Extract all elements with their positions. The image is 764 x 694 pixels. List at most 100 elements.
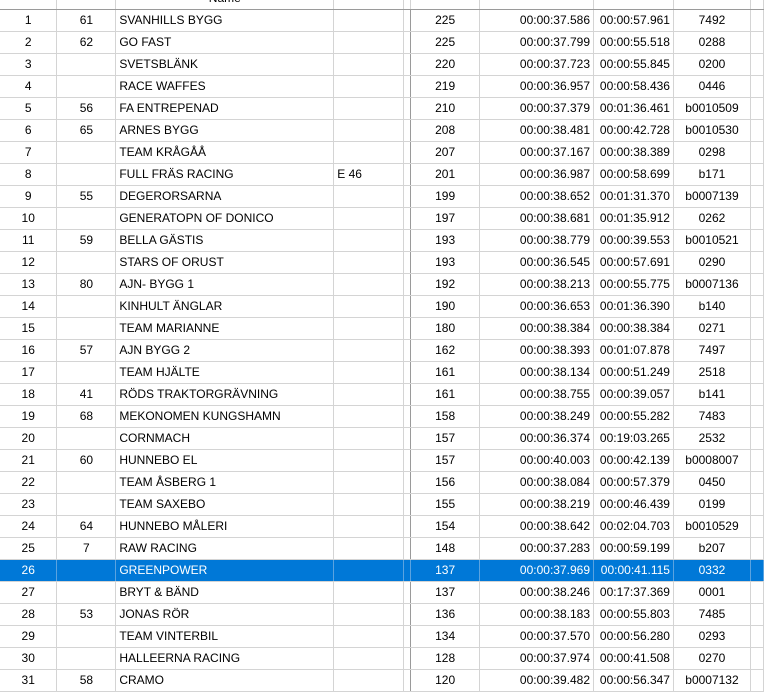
last-time-cell: 00:01:36.390 <box>593 295 674 318</box>
table-row[interactable]: 7 TEAM KRÅGÅÅ 207 00:00:37.167 00:00:38.389 0… <box>0 141 764 164</box>
laps-cell: 148 <box>410 537 481 560</box>
position-cell: 1 <box>0 9 58 32</box>
extra-cell <box>750 163 764 186</box>
best-time-cell: 00:00:36.653 <box>479 295 594 318</box>
table-row[interactable]: 9 55 DEGERORSARNA 199 00:00:38.652 00:01:31.3… <box>0 185 764 208</box>
car-number-cell <box>56 581 117 604</box>
table-row[interactable]: 2 62 GO FAST 225 00:00:37.799 00:00:55.518 028… <box>0 31 764 54</box>
column-gap <box>403 31 412 54</box>
table-row[interactable]: 8 FULL FRÄS RACING E 46 201 00:00:36.987 00:0… <box>0 163 764 186</box>
transponder-cell: b171 <box>673 163 751 186</box>
table-row[interactable]: 24 64 HUNNEBO MÅLERI 154 00:00:38.642 00:02:0… <box>0 515 764 538</box>
table-row[interactable]: 1 61 SVANHILLS BYGG 225 00:00:37.586 00:00:57… <box>0 9 764 32</box>
extra-cell <box>750 581 764 604</box>
car-number-cell <box>56 251 117 274</box>
table-row[interactable]: 12 STARS OF ORUST 193 00:00:36.545 00:00:57.… <box>0 251 764 274</box>
table-row[interactable]: 15 TEAM MARIANNE 180 00:00:38.384 00:00:38.3… <box>0 317 764 340</box>
table-row[interactable]: 18 41 RÖDS TRAKTORGRÄVNING 161 00:00:38.755 0… <box>0 383 764 406</box>
extra-cell <box>750 383 764 406</box>
table-row[interactable]: 23 TEAM SAXEBO 155 00:00:38.219 00:00:46.439… <box>0 493 764 516</box>
last-time-column-header[interactable] <box>593 0 674 10</box>
pos-column-header[interactable] <box>0 0 58 10</box>
table-row[interactable]: 16 57 AJN BYGG 2 162 00:00:38.393 00:01:07.87… <box>0 339 764 362</box>
team-name-cell: JONAS RÖR <box>115 603 335 626</box>
column-gap <box>403 97 412 120</box>
last-time-cell: 00:17:37.369 <box>593 581 674 604</box>
team-name-cell: BELLA GÄSTIS <box>115 229 335 252</box>
table-row[interactable]: 22 TEAM ÅSBERG 1 156 00:00:38.084 00:00:57.3… <box>0 471 764 494</box>
transponder-cell: b0007139 <box>673 185 751 208</box>
best-time-cell: 00:00:39.482 <box>479 669 594 692</box>
table-row[interactable]: 6 65 ARNES BYGG 208 00:00:38.481 00:00:42.728… <box>0 119 764 142</box>
best-time-cell: 00:00:38.779 <box>479 229 594 252</box>
best-time-cell: 00:00:36.374 <box>479 427 594 450</box>
table-row[interactable]: 3 SVETSBLÄNK 220 00:00:37.723 00:00:55.845 02… <box>0 53 764 76</box>
table-row[interactable]: 26 GREENPOWER 137 00:00:37.969 00:00:41.115 0… <box>0 559 764 582</box>
table-row[interactable]: 4 RACE WAFFES 219 00:00:36.957 00:00:58.436 0… <box>0 75 764 98</box>
name-column-header[interactable]: Name <box>115 0 335 10</box>
best-time-cell: 00:00:36.957 <box>479 75 594 98</box>
table-row[interactable]: 11 59 BELLA GÄSTIS 193 00:00:38.779 00:00:39.… <box>0 229 764 252</box>
column-gap <box>403 229 412 252</box>
last-time-cell: 00:00:55.518 <box>593 31 674 54</box>
table-row[interactable]: 28 53 JONAS RÖR 136 00:00:38.183 00:00:55.803… <box>0 603 764 626</box>
table-row[interactable]: 21 60 HUNNEBO EL 157 00:00:40.003 00:00:42.13… <box>0 449 764 472</box>
car-number-cell <box>56 471 117 494</box>
extra-cell <box>750 603 764 626</box>
laps-cell: 157 <box>410 427 481 450</box>
extra-cell <box>750 97 764 120</box>
laps-cell: 190 <box>410 295 481 318</box>
table-row[interactable]: 30 HALLEERNA RACING 128 00:00:37.974 00:00:4… <box>0 647 764 670</box>
class-column-header[interactable] <box>333 0 405 10</box>
position-cell: 21 <box>0 449 58 472</box>
transponder-cell: b0010529 <box>673 515 751 538</box>
laps-cell: 162 <box>410 339 481 362</box>
best-time-cell: 00:00:38.642 <box>479 515 594 538</box>
column-gap <box>403 405 412 428</box>
table-row[interactable]: 31 58 CRAMO 120 00:00:39.482 00:00:56.347 b000… <box>0 669 764 692</box>
table-row[interactable]: 19 68 MEKONOMEN KUNGSHAMN 158 00:00:38.249 00… <box>0 405 764 428</box>
laps-cell: 225 <box>410 9 481 32</box>
table-row[interactable]: 29 TEAM VINTERBIL 134 00:00:37.570 00:00:56.… <box>0 625 764 648</box>
last-time-cell: 00:02:04.703 <box>593 515 674 538</box>
class-cell <box>333 383 405 406</box>
extra-column-header[interactable] <box>750 0 764 10</box>
best-time-cell: 00:00:38.393 <box>479 339 594 362</box>
extra-cell <box>750 31 764 54</box>
extra-cell <box>750 207 764 230</box>
transponder-column-header[interactable] <box>673 0 751 10</box>
table-row[interactable]: 25 7 RAW RACING 148 00:00:37.283 00:00:59.199… <box>0 537 764 560</box>
table-row[interactable]: 10 GENERATOPN OF DONICO 197 00:00:38.681 00:… <box>0 207 764 230</box>
results-grid[interactable]: Name 161SVANHILLS BYGG22500:00:37.58600:… <box>0 0 764 694</box>
last-time-cell: 00:00:56.347 <box>593 669 674 692</box>
class-cell <box>333 317 405 340</box>
team-name-cell: TEAM VINTERBIL <box>115 625 335 648</box>
class-cell <box>333 339 405 362</box>
team-name-cell: GENERATOPN OF DONICO <box>115 207 335 230</box>
transponder-cell: 0262 <box>673 207 751 230</box>
last-time-cell: 00:01:07.878 <box>593 339 674 362</box>
table-row[interactable]: 14 KINHULT ÄNGLAR 190 00:00:36.653 00:01:36.… <box>0 295 764 318</box>
team-name-cell: DEGERORSARNA <box>115 185 335 208</box>
best-time-column-header[interactable] <box>479 0 594 10</box>
last-time-cell: 00:00:38.384 <box>593 317 674 340</box>
transponder-cell: b140 <box>673 295 751 318</box>
laps-column-header[interactable] <box>410 0 481 10</box>
table-row[interactable]: 20 CORNMACH 157 00:00:36.374 00:19:03.265 253… <box>0 427 764 450</box>
best-time-cell: 00:00:37.723 <box>479 53 594 76</box>
last-time-cell: 00:00:41.508 <box>593 647 674 670</box>
position-cell: 19 <box>0 405 58 428</box>
extra-cell <box>750 471 764 494</box>
best-time-cell: 00:00:38.246 <box>479 581 594 604</box>
team-name-cell: TEAM HJÄLTE <box>115 361 335 384</box>
table-row[interactable]: 13 80 AJN- BYGG 1 192 00:00:38.213 00:00:55.7… <box>0 273 764 296</box>
car-number-cell: 7 <box>56 537 117 560</box>
best-time-cell: 00:00:38.249 <box>479 405 594 428</box>
number-column-header[interactable] <box>56 0 117 10</box>
class-cell: E 46 <box>333 163 405 186</box>
table-row[interactable]: 27 BRYT & BÄND 137 00:00:38.246 00:17:37.369… <box>0 581 764 604</box>
table-row[interactable]: 5 56 FA ENTREPENAD 210 00:00:37.379 00:01:36.… <box>0 97 764 120</box>
transponder-cell: 0199 <box>673 493 751 516</box>
laps-cell: 219 <box>410 75 481 98</box>
table-row[interactable]: 17 TEAM HJÄLTE 161 00:00:38.134 00:00:51.249… <box>0 361 764 384</box>
